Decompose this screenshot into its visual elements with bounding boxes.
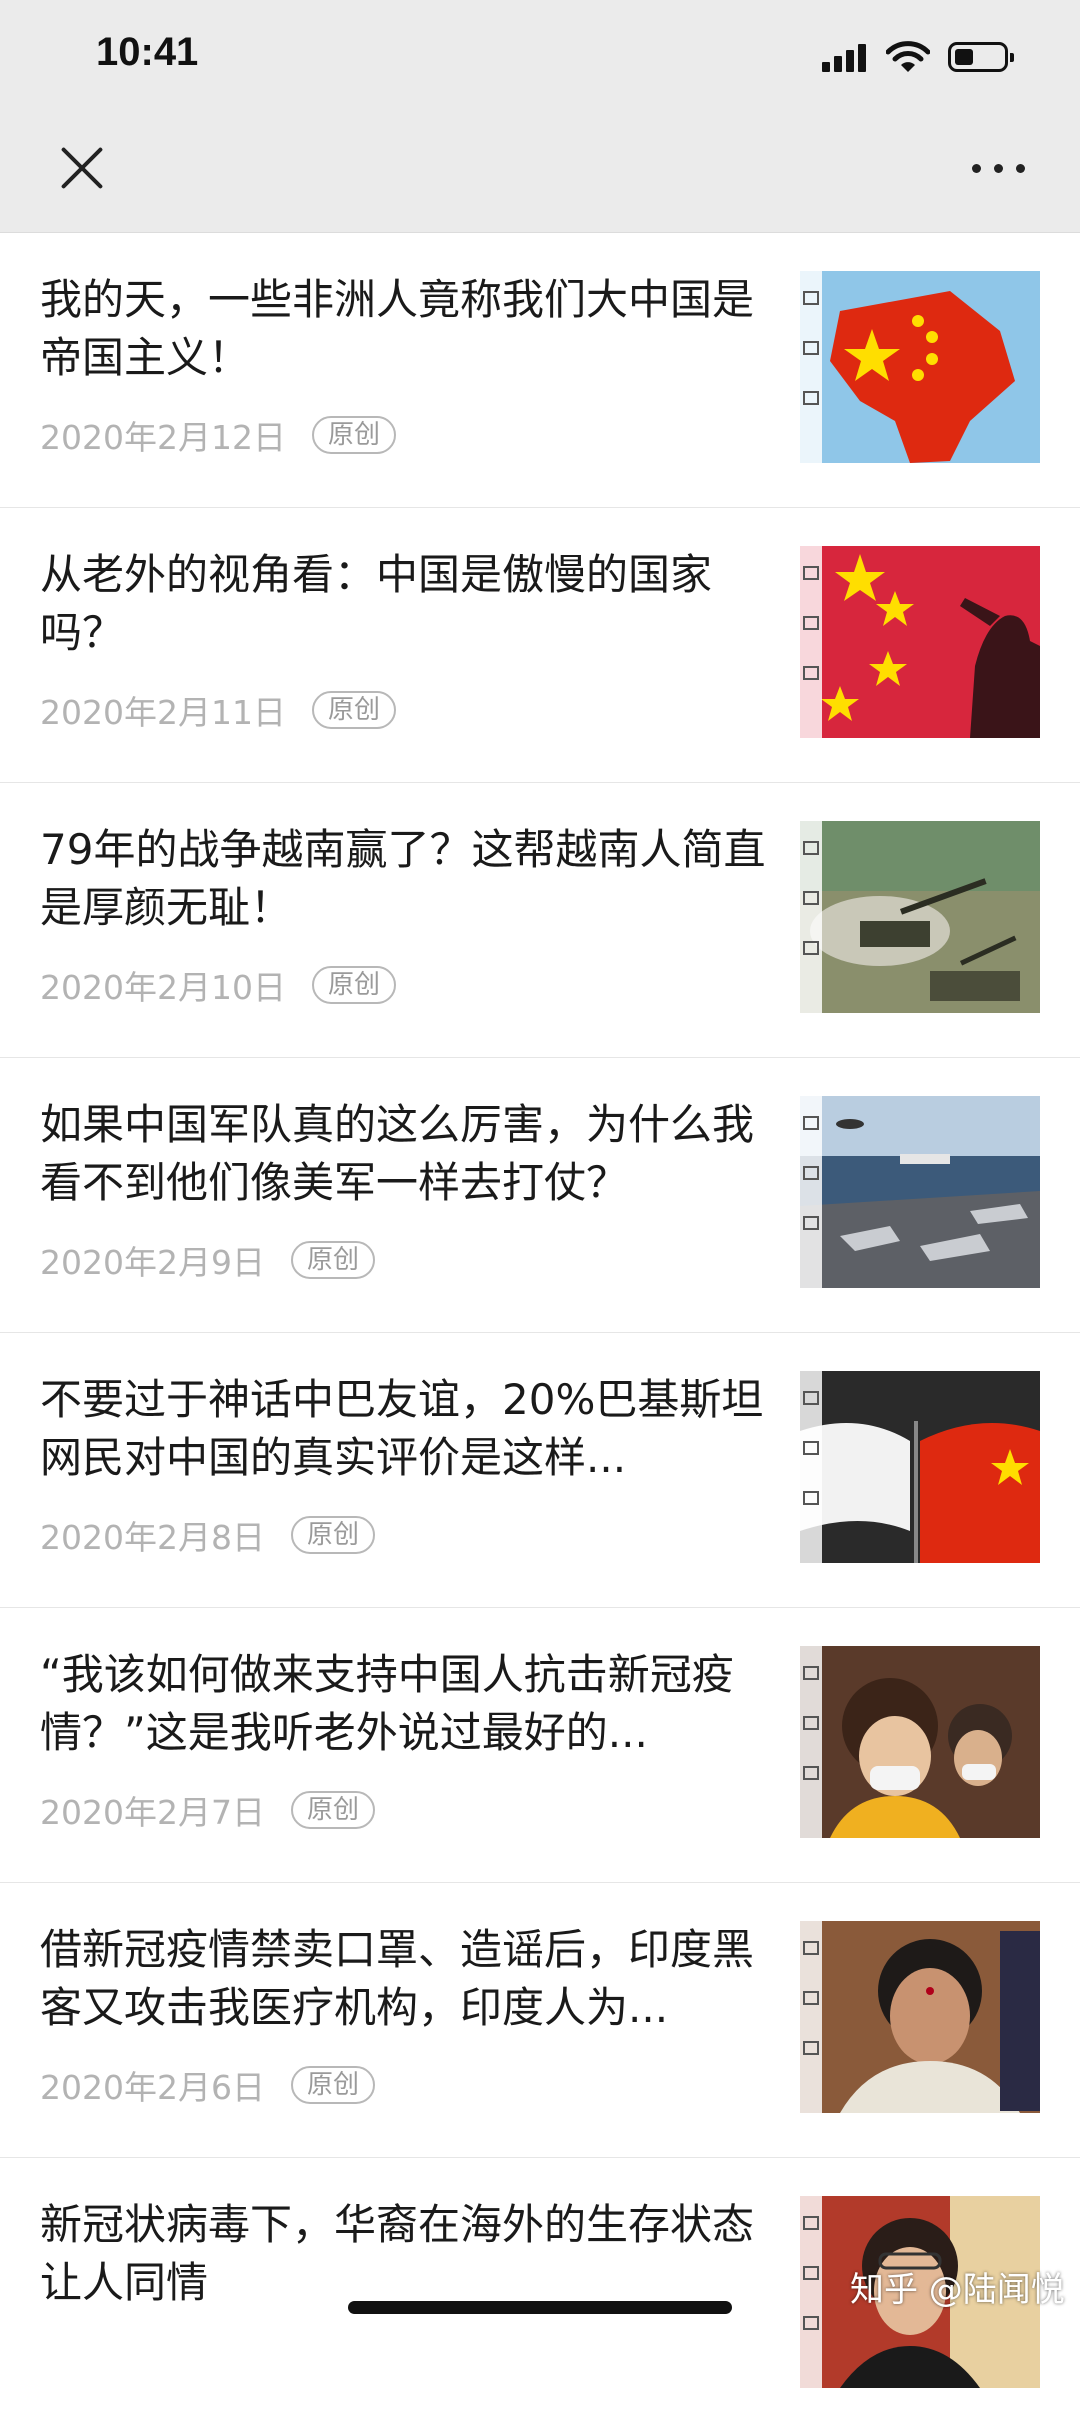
article-thumbnail [800,821,1040,1013]
article-item[interactable]: 我的天，一些非洲人竟称我们大中国是帝国主义！ 2020年2月12日 原创 [0,233,1080,508]
article-thumbnail [800,271,1040,463]
article-title: 借新冠疫情禁卖口罩、造谣后，印度黑客又攻击我医疗机构，印度人为... [40,1925,755,2032]
article-meta: 2020年2月8日 原创 [40,1515,375,1557]
wifi-icon [886,41,930,72]
article-thumbnail [800,546,1040,738]
article-title: 从老外的视角看：中国是傲慢的国家吗？ [40,550,713,657]
original-tag: 原创 [290,1516,375,1554]
home-indicator[interactable] [348,2301,732,2314]
article-title: 79年的战争越南赢了？这帮越南人简直是厚颜无耻！ [40,825,766,932]
original-tag: 原创 [311,416,396,454]
watermark: 知乎 @陆闻悦 [850,2270,1065,2310]
article-title: 新冠状病毒下，华裔在海外的生存状态让人同情 [40,2200,755,2307]
article-meta: 2020年2月7日 原创 [40,1790,375,1832]
status-icons [822,38,1022,78]
article-date: 2020年2月11日 [40,693,286,732]
article-title: 不要过于神话中巴友谊，20%巴基斯坦网民对中国的真实评价是这样... [40,1375,764,1482]
article-item[interactable]: 借新冠疫情禁卖口罩、造谣后，印度黑客又攻击我医疗机构，印度人为... 2020年… [0,1883,1080,2158]
top-bar: 10:41 [0,0,1080,233]
article-item[interactable]: 79年的战争越南赢了？这帮越南人简直是厚颜无耻！ 2020年2月10日 原创 [0,783,1080,1058]
article-date: 2020年2月12日 [40,418,286,457]
article-list: 我的天，一些非洲人竟称我们大中国是帝国主义！ 2020年2月12日 原创 从老外… [0,233,1080,2433]
article-thumbnail [800,1371,1040,1563]
article-item[interactable]: 不要过于神话中巴友谊，20%巴基斯坦网民对中国的真实评价是这样... 2020年… [0,1333,1080,1608]
article-item[interactable]: 如果中国军队真的这么厉害，为什么我看不到他们像美军一样去打仗？ 2020年2月9… [0,1058,1080,1333]
article-meta: 2020年2月11日 原创 [40,690,396,732]
original-tag: 原创 [290,1241,375,1279]
close-button[interactable] [60,146,104,190]
article-meta: 2020年2月9日 原创 [40,1240,375,1282]
article-date: 2020年2月7日 [40,1793,265,1832]
article-meta: 2020年2月12日 原创 [40,415,396,457]
article-date: 2020年2月9日 [40,1243,265,1282]
article-meta: 2020年2月6日 原创 [40,2065,375,2107]
article-thumbnail [800,1096,1040,1288]
article-date: 2020年2月8日 [40,1518,265,1557]
article-thumbnail [800,1646,1040,1838]
article-meta: 2020年2月10日 原创 [40,965,396,1007]
article-title: 我的天，一些非洲人竟称我们大中国是帝国主义！ [40,275,755,382]
more-options-button[interactable] [972,160,1028,176]
article-date: 2020年2月10日 [40,968,286,1007]
article-date: 2020年2月6日 [40,2068,265,2107]
article-title: 如果中国军队真的这么厉害，为什么我看不到他们像美军一样去打仗？ [40,1100,755,1207]
original-tag: 原创 [311,691,396,729]
article-item[interactable]: “我该如何做来支持中国人抗击新冠疫情？”这是我听老外说过最好的... 2020年… [0,1608,1080,1883]
status-time: 10:41 [96,30,199,74]
original-tag: 原创 [290,2066,375,2104]
article-title: “我该如何做来支持中国人抗击新冠疫情？”这是我听老外说过最好的... [40,1650,734,1757]
article-thumbnail [800,1921,1040,2113]
cellular-signal-icon [822,44,868,72]
original-tag: 原创 [311,966,396,1004]
battery-icon [948,42,1014,72]
original-tag: 原创 [290,1791,375,1829]
article-item[interactable]: 从老外的视角看：中国是傲慢的国家吗？ 2020年2月11日 原创 [0,508,1080,783]
